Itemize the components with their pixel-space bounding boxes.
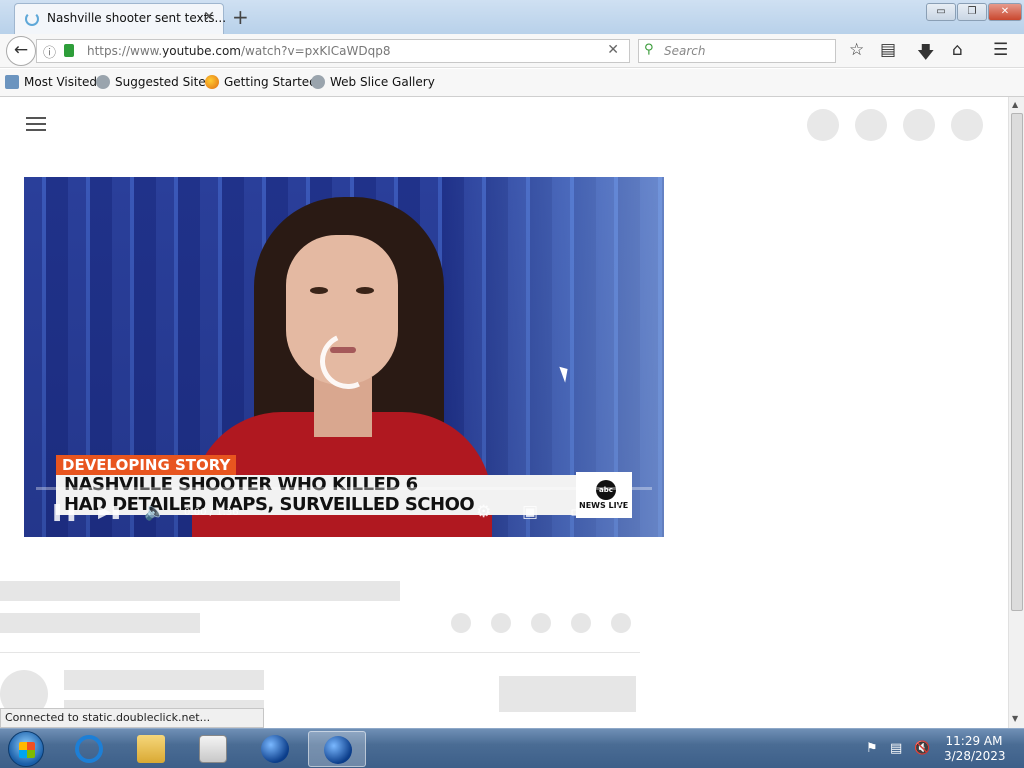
settings-icon[interactable]: ⚙ [476,502,491,522]
media-player-icon [199,735,227,763]
title-bar: Nashville shooter sent texts... ✕ + ▭ ❐ … [0,0,1024,34]
action-placeholder [491,613,511,633]
taskbar-internet-explorer[interactable] [60,731,118,767]
close-window-button[interactable]: ✕ [988,3,1022,21]
bookmark-most-visited[interactable]: Most Visited [5,75,97,89]
home-icon[interactable]: ⌂ [952,40,963,60]
bookmark-label: Suggested Sites [115,75,212,89]
navigation-bar: ← ⓘ https://www.youtube.com/watch?v=pxKI… [0,34,1024,68]
action-placeholder [531,613,551,633]
address-bar[interactable]: ⓘ https://www.youtube.com/watch?v=pxKICa… [36,39,630,63]
clear-url-icon[interactable]: ✕ [607,42,619,58]
download-icon[interactable]: 🡇 [917,40,934,69]
video-time: 0:00 / 1:36 [184,507,239,518]
restore-button[interactable]: ❐ [957,3,987,21]
taskbar: ⚑ ▤ 🔇 11:29 AM 3/28/2023 [0,728,1024,768]
theater-icon[interactable]: ▭ [570,502,586,522]
headline-line-2: HAD DETAILED MAPS, SURVEILLED SCHOO [64,494,475,515]
speaker-muted-icon[interactable]: 🔇 [914,741,930,756]
url-text[interactable]: https://www.youtube.com/watch?v=pxKICaWD… [87,44,390,58]
status-bar: Connected to static.doubleclick.net... [0,708,264,728]
developing-story-tag: DEVELOPING STORY [56,455,237,475]
title-placeholder [0,581,400,601]
system-clock[interactable]: 11:29 AM 3/28/2023 [944,734,1006,764]
action-placeholder [611,613,631,633]
abc-logo: abc [596,480,616,500]
globe-icon [324,736,352,764]
menu-icon[interactable]: ☰ [993,40,1008,60]
taskbar-browser-active[interactable] [308,731,366,767]
scrollbar-thumb[interactable] [1011,113,1023,611]
ie-icon [75,735,103,763]
anchor-eye [356,287,374,294]
windows-start-icon[interactable] [8,731,44,767]
search-input[interactable]: ⚲ Search [638,39,836,63]
page-content: DEVELOPING STORY NASHVILLE SHOOTER WHO K… [0,97,1008,728]
scroll-up-icon[interactable]: ▲ [1012,100,1018,109]
back-arrow-icon[interactable]: ← [6,36,36,66]
header-placeholder-circle [951,109,983,141]
header-placeholder-circle [807,109,839,141]
subscribe-placeholder [499,676,636,712]
tab-active[interactable]: Nashville shooter sent texts... ✕ [14,3,227,34]
reading-list-icon[interactable]: ▤ [880,40,896,60]
bookmark-folder-icon [5,75,19,89]
firefox-icon [205,75,219,89]
bookmark-suggested-sites[interactable]: Suggested Sites [96,75,212,89]
action-placeholder [571,613,591,633]
tab-close-icon[interactable]: ✕ [203,9,215,25]
headline-line-1: NASHVILLE SHOOTER WHO KILLED 6 [64,474,418,495]
loading-spinner-icon [25,12,39,26]
bookmark-label: Getting Started [224,75,317,89]
globe-icon [261,735,289,763]
bookmark-label: Web Slice Gallery [330,75,435,89]
action-placeholder [451,613,471,633]
clock-date: 3/28/2023 [944,749,1006,763]
taskbar-browser[interactable] [246,731,304,767]
info-icon[interactable]: ⓘ [43,42,56,61]
bookmarks-bar: Most Visited Suggested Sites Getting Sta… [0,69,1024,97]
fullscreen-icon[interactable]: ⛶ [618,502,630,522]
star-icon[interactable]: ☆ [849,40,864,60]
header-placeholder-circle [903,109,935,141]
subtitle-placeholder [0,613,200,633]
flag-icon[interactable]: ⚑ [866,741,878,756]
video-progress-bar[interactable] [36,487,652,490]
miniplayer-icon[interactable]: ▣ [522,502,538,522]
vertical-scrollbar[interactable]: ▲ ▼ [1008,97,1024,728]
globe-icon [311,75,325,89]
minimize-button[interactable]: ▭ [926,3,956,21]
new-tab-button[interactable]: + [232,5,249,29]
url-host: youtube.com [162,44,241,58]
search-placeholder: Search [664,44,706,58]
url-path: /watch?v=pxKICaWDqp8 [240,44,391,58]
folder-icon [137,735,165,763]
taskbar-explorer[interactable] [122,731,180,767]
next-icon[interactable]: ▶▮ [98,502,120,522]
globe-icon [96,75,110,89]
bookmark-label: Most Visited [24,75,98,89]
header-placeholder-circle [855,109,887,141]
clock-time: 11:29 AM [945,734,1003,748]
channel-name-placeholder [64,670,264,690]
anchor-eye [310,287,328,294]
lock-icon[interactable] [64,44,74,57]
url-scheme: https://www. [87,44,163,58]
lower-third-headline: NASHVILLE SHOOTER WHO KILLED 6 HAD DETAI… [64,474,475,515]
hamburger-icon[interactable] [26,117,46,135]
play-pause-icon[interactable]: ❚❚ [50,502,79,522]
content-divider [0,652,640,653]
bookmark-web-slice-gallery[interactable]: Web Slice Gallery [311,75,435,89]
video-player[interactable]: DEVELOPING STORY NASHVILLE SHOOTER WHO K… [24,177,664,537]
taskbar-media-player[interactable] [184,731,242,767]
tab-title: Nashville shooter sent texts... [47,11,227,25]
volume-icon[interactable]: 🔈 [144,502,165,522]
network-icon[interactable]: ▤ [890,741,902,756]
scroll-down-icon[interactable]: ▼ [1012,714,1018,723]
bookmark-getting-started[interactable]: Getting Started [205,75,317,89]
search-icon: ⚲ [644,42,654,57]
